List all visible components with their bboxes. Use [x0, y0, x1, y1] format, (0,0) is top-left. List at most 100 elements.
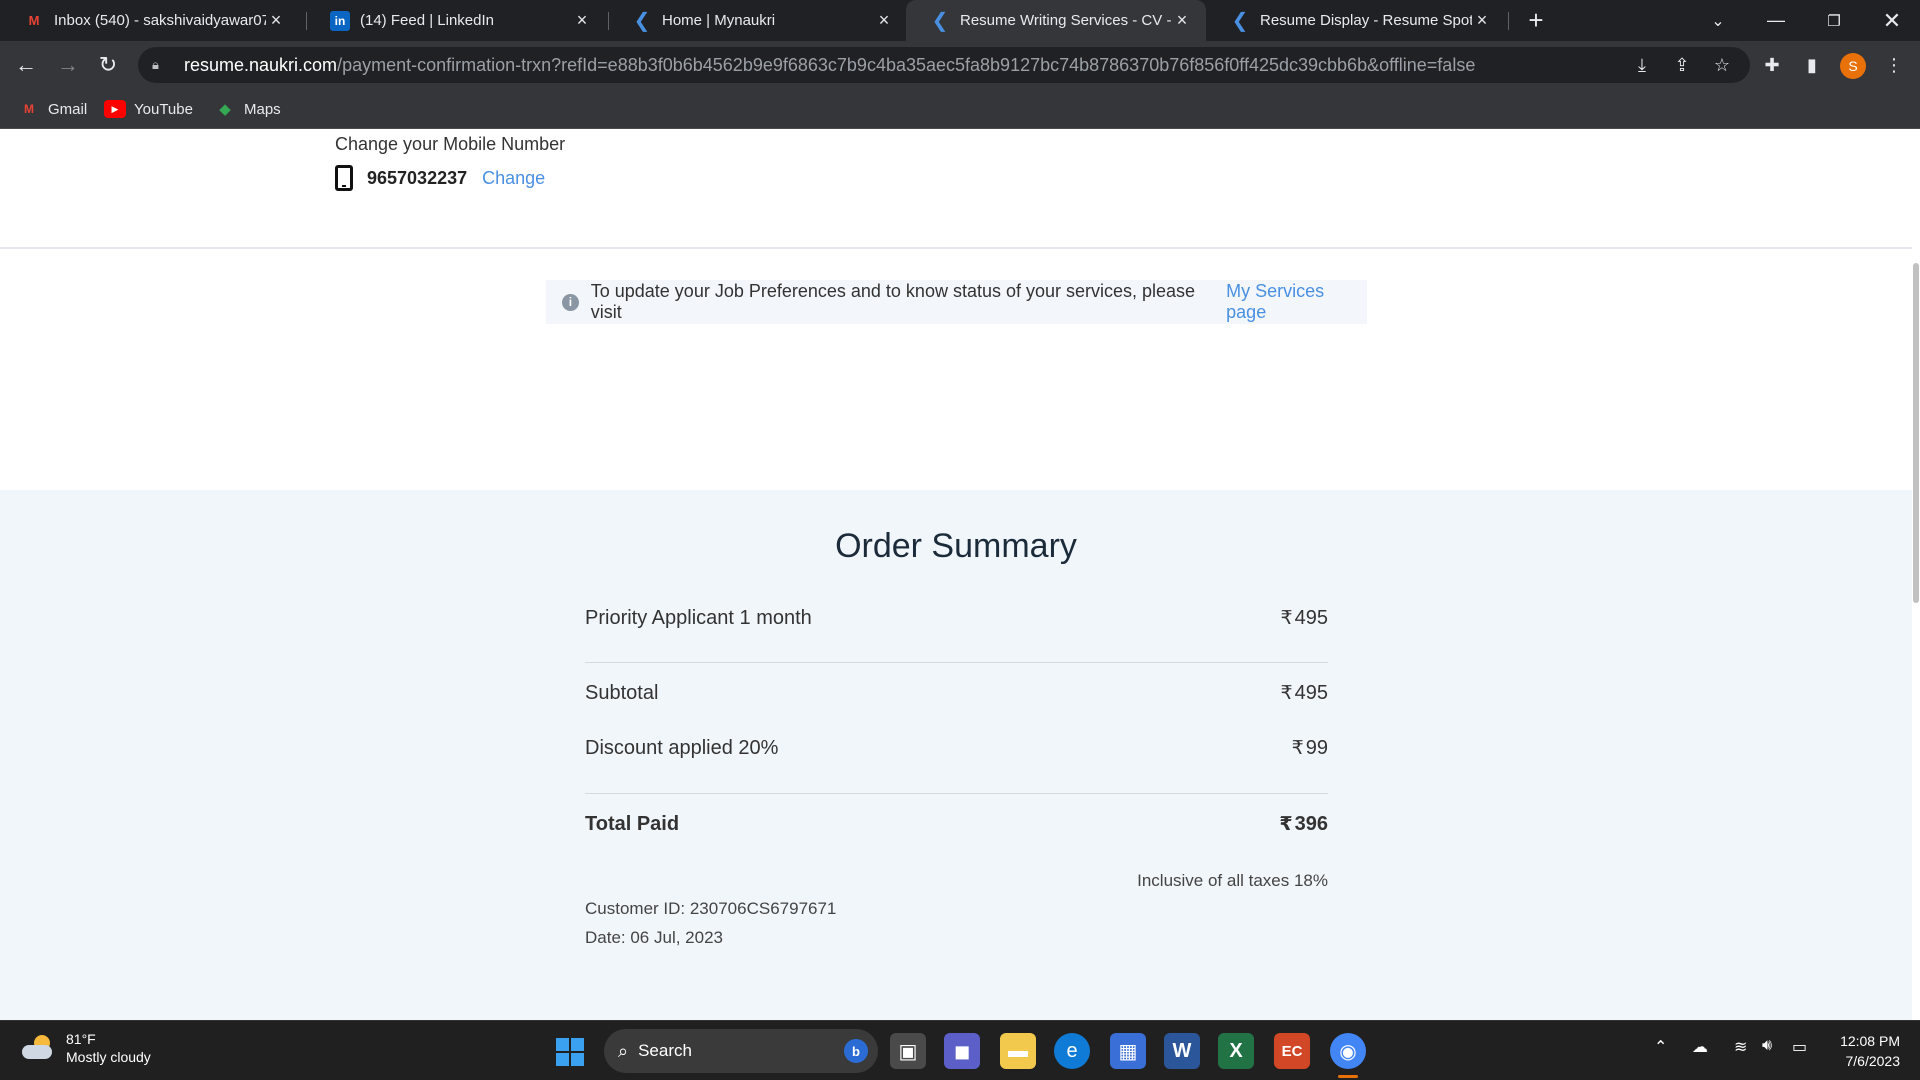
- start-button[interactable]: [556, 1038, 584, 1066]
- url-host: resume.naukri.com: [184, 54, 338, 75]
- mobile-number-label: Change your Mobile Number: [335, 134, 566, 154]
- subtotal-amount: ₹495: [1281, 682, 1328, 705]
- lock-icon[interactable]: 🔒︎: [152, 57, 170, 73]
- back-button[interactable]: ←: [10, 49, 42, 81]
- bing-icon[interactable]: b: [844, 1039, 868, 1063]
- excel-icon[interactable]: X: [1218, 1033, 1254, 1069]
- subtotal-amount-value: 495: [1294, 682, 1328, 704]
- tab-linkedin[interactable]: in (14) Feed | LinkedIn ×: [306, 0, 606, 41]
- wifi-icon[interactable]: ≋: [1734, 1037, 1747, 1057]
- minimize-button[interactable]: —: [1748, 0, 1804, 41]
- system-clock[interactable]: 12:08 PM 7/6/2023: [1830, 1031, 1900, 1071]
- close-icon[interactable]: ×: [1172, 10, 1192, 31]
- summary-divider: [585, 793, 1328, 794]
- naukri-icon: ❮: [931, 10, 949, 32]
- rupee-symbol: ₹: [1279, 814, 1293, 835]
- file-explorer-icon[interactable]: ▬: [1000, 1033, 1036, 1069]
- download-icon[interactable]: ⤓: [1628, 51, 1656, 79]
- summary-divider: [585, 662, 1328, 663]
- customer-id: Customer ID: 230706CS6797671: [585, 899, 837, 918]
- task-view-icon[interactable]: ▣: [890, 1033, 926, 1069]
- info-banner: i To update your Job Preferences and to …: [546, 280, 1367, 324]
- tab-resume-display[interactable]: ❮ Resume Display - Resume Spotlight ×: [1206, 0, 1506, 41]
- forward-button[interactable]: →: [52, 49, 84, 81]
- bookmark-youtube[interactable]: ▶ YouTube: [104, 97, 193, 121]
- search-placeholder: Search: [638, 1041, 692, 1060]
- clock-date: 7/6/2023: [1845, 1053, 1901, 1069]
- item-amount: ₹495: [1281, 607, 1328, 630]
- bookmark-label: Gmail: [48, 100, 88, 118]
- rupee-symbol: ₹: [1280, 608, 1293, 629]
- change-mobile-link[interactable]: Change: [482, 168, 545, 189]
- close-icon[interactable]: ×: [1472, 10, 1492, 31]
- address-bar[interactable]: 🔒︎ resume.naukri.com/payment-confirmatio…: [138, 47, 1750, 83]
- rupee-symbol: ₹: [1291, 738, 1304, 759]
- tab-search-button[interactable]: ⌄: [1690, 0, 1746, 41]
- extensions-icon[interactable]: ✚: [1758, 51, 1786, 79]
- info-icon: i: [562, 293, 579, 311]
- close-icon[interactable]: ×: [572, 10, 592, 31]
- profile-avatar[interactable]: S: [1840, 53, 1866, 79]
- rupee-symbol: ₹: [1280, 683, 1293, 704]
- browser-toolbar: ← → ↻ 🔒︎ resume.naukri.com/payment-confi…: [0, 41, 1920, 89]
- order-summary-title: Order Summary: [835, 527, 1077, 565]
- discount-label: Discount applied 20%: [585, 737, 779, 759]
- tab-strip: M Inbox (540) - sakshivaidyawar076 × in …: [0, 0, 1920, 41]
- store-icon[interactable]: ▦: [1110, 1033, 1146, 1069]
- bookmark-gmail[interactable]: M Gmail: [18, 97, 87, 121]
- info-banner-text: To update your Job Preferences and to kn…: [590, 281, 1196, 322]
- windows-taskbar: 81°F Mostly cloudy ⌕ Search b ▣ ◼ ▬ e ▦ …: [0, 1020, 1920, 1080]
- tab-title: Inbox (540) - sakshivaidyawar076: [54, 12, 266, 29]
- clock-time: 12:08 PM: [1840, 1033, 1900, 1049]
- edge-icon[interactable]: e: [1054, 1033, 1090, 1069]
- bookmark-label: Maps: [244, 100, 281, 118]
- close-window-button[interactable]: ✕: [1864, 0, 1920, 41]
- teams-icon[interactable]: ◼: [944, 1033, 980, 1069]
- chrome-icon[interactable]: ◉: [1330, 1033, 1366, 1069]
- new-tab-button[interactable]: +: [1520, 4, 1552, 36]
- my-services-link[interactable]: My Services page: [1226, 281, 1367, 323]
- discount-amount: ₹99: [1292, 737, 1328, 760]
- tab-mynaukri[interactable]: ❮ Home | Mynaukri ×: [608, 0, 908, 41]
- chevron-up-icon[interactable]: ⌃: [1654, 1037, 1667, 1057]
- maps-icon: ◆: [219, 101, 231, 118]
- total-amount: ₹396: [1279, 813, 1328, 836]
- bookmark-maps[interactable]: ◆ Maps: [214, 97, 281, 121]
- battery-icon[interactable]: ▭: [1792, 1037, 1807, 1057]
- order-item-row: Priority Applicant 1 month ₹495: [585, 607, 1328, 630]
- menu-icon[interactable]: ⋮: [1880, 51, 1908, 79]
- tab-gmail[interactable]: M Inbox (540) - sakshivaidyawar076 ×: [0, 0, 300, 41]
- tab-title: (14) Feed | LinkedIn: [360, 12, 494, 29]
- close-icon[interactable]: ×: [266, 10, 286, 31]
- scrollbar-thumb[interactable]: [1913, 263, 1919, 603]
- total-row: Total Paid ₹396: [585, 813, 1328, 836]
- taskbar-search[interactable]: ⌕ Search b: [604, 1029, 878, 1073]
- subtotal-row: Subtotal ₹495: [585, 682, 1328, 705]
- cloudy-weather-icon: [20, 1035, 56, 1061]
- tab-title: Resume Display - Resume Spotlight: [1260, 12, 1472, 29]
- discount-row: Discount applied 20% ₹99: [585, 737, 1328, 760]
- close-icon[interactable]: ×: [874, 10, 894, 31]
- reload-button[interactable]: ↻: [92, 49, 124, 81]
- section-divider: [0, 247, 1920, 249]
- mobile-number: 9657032237: [367, 167, 468, 188]
- subtotal-label: Subtotal: [585, 682, 659, 704]
- item-amount-value: 495: [1294, 607, 1328, 629]
- total-label: Total Paid: [585, 813, 680, 835]
- share-icon[interactable]: ⇪: [1668, 51, 1696, 79]
- side-panel-icon[interactable]: ▮: [1798, 51, 1826, 79]
- bookmark-star-icon[interactable]: ☆: [1708, 51, 1736, 79]
- tab-resume-writing[interactable]: ❮ Resume Writing Services - CV - Bio ×: [906, 0, 1206, 41]
- restore-button[interactable]: ❐: [1806, 0, 1862, 41]
- word-icon[interactable]: W: [1164, 1033, 1200, 1069]
- total-amount-value: 396: [1294, 813, 1328, 835]
- office-icon[interactable]: EC: [1274, 1033, 1310, 1069]
- tab-title: Resume Writing Services - CV - Bio: [960, 12, 1172, 29]
- naukri-icon: ❮: [633, 10, 651, 32]
- volume-icon[interactable]: 🔊︎: [1762, 1037, 1772, 1055]
- gmail-icon: M: [24, 102, 34, 116]
- onedrive-icon[interactable]: ☁: [1692, 1037, 1708, 1057]
- weather-widget[interactable]: 81°F Mostly cloudy: [20, 1030, 151, 1066]
- order-summary-section: Order Summary Priority Applicant 1 month…: [0, 490, 1920, 1020]
- weather-desc: Mostly cloudy: [66, 1049, 151, 1065]
